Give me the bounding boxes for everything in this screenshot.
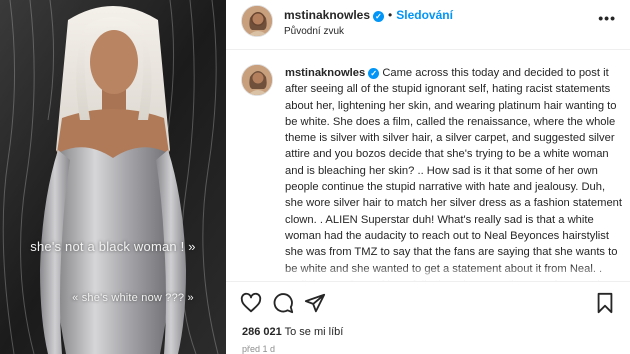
verified-badge-icon: ✓ bbox=[373, 11, 385, 22]
heart-icon[interactable] bbox=[240, 292, 262, 314]
caption-username[interactable]: mstinaknowles bbox=[285, 67, 365, 79]
caption-body: Came across this today and decided to po… bbox=[285, 67, 623, 281]
overlay-caption-1: she's not a black woman ! » bbox=[30, 239, 196, 254]
follow-button[interactable]: Sledování bbox=[396, 8, 453, 22]
post-media[interactable]: she's not a black woman ! » « she's whit… bbox=[0, 0, 226, 354]
like-count[interactable]: 286 021 To se mi líbí bbox=[242, 326, 343, 338]
original-audio-link[interactable]: Původní zvuk bbox=[284, 26, 344, 37]
action-bar: 286 021 To se mi líbí před 1 d bbox=[226, 281, 630, 354]
caption-text-block: mstinaknowles ✓ Came across this today an… bbox=[285, 65, 623, 281]
post-timestamp[interactable]: před 1 d bbox=[242, 344, 275, 354]
overlay-caption-2: « she's white now ??? » bbox=[72, 292, 194, 304]
avatar[interactable] bbox=[241, 5, 273, 37]
like-count-number: 286 021 bbox=[242, 326, 282, 338]
bookmark-icon[interactable] bbox=[594, 292, 616, 314]
post-sidebar: mstinaknowles ✓ • Sledování Původní zvuk ••… bbox=[226, 0, 630, 354]
verified-badge-icon: ✓ bbox=[368, 68, 380, 79]
post-header: mstinaknowles ✓ • Sledování Původní zvuk ••… bbox=[226, 0, 630, 50]
more-options-icon[interactable]: ••• bbox=[598, 10, 616, 26]
header-separator: • bbox=[388, 8, 393, 22]
header-username[interactable]: mstinaknowles bbox=[284, 8, 370, 22]
like-count-label: To se mi líbí bbox=[284, 326, 344, 338]
caption-section: mstinaknowles ✓ Came across this today an… bbox=[226, 51, 630, 281]
avatar-image bbox=[242, 65, 272, 95]
comment-icon[interactable] bbox=[272, 292, 294, 314]
avatar-image bbox=[242, 6, 272, 36]
header-user-line: mstinaknowles ✓ • Sledování bbox=[284, 8, 453, 22]
caption-avatar[interactable] bbox=[241, 64, 273, 96]
share-icon[interactable] bbox=[304, 292, 326, 314]
caption-fade bbox=[226, 265, 630, 281]
